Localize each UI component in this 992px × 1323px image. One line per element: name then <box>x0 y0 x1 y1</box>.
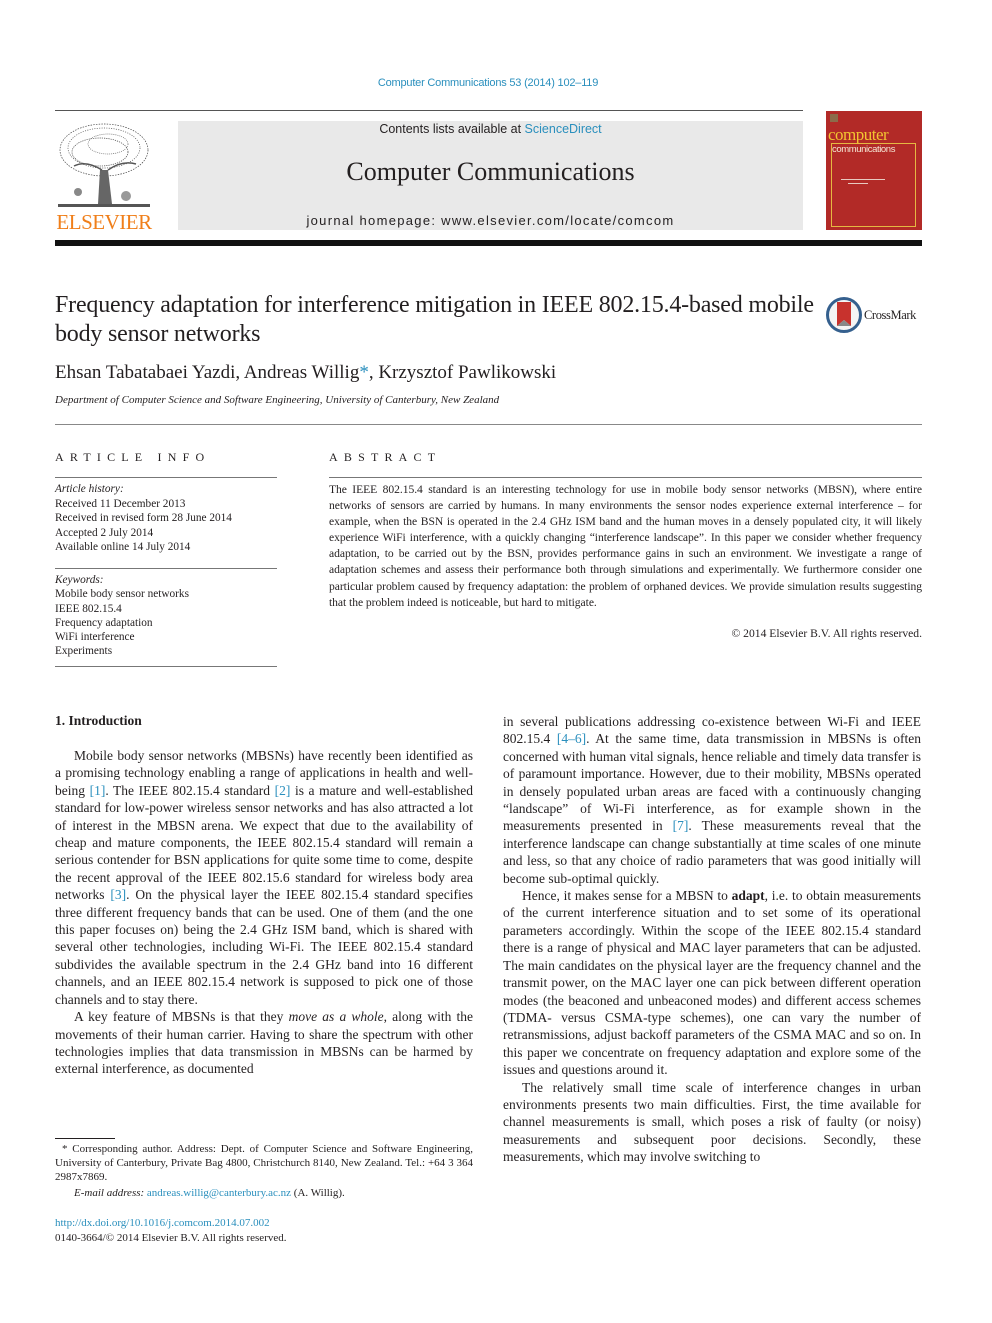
elsevier-logo[interactable]: ELSEVIER <box>54 120 154 235</box>
crossmark-icon <box>826 297 862 333</box>
keyword-item: Frequency adaptation <box>55 616 153 629</box>
text: , i.e. to obtain measurements of the cur… <box>503 888 921 1078</box>
author-name[interactable]: Andreas Willig <box>244 362 360 383</box>
cover-fine-print <box>841 179 885 181</box>
doi-link[interactable]: http://dx.doi.org/10.1016/j.comcom.2014.… <box>55 1216 287 1231</box>
issn-copyright: 0140-3664/© 2014 Elsevier B.V. All right… <box>55 1231 287 1244</box>
keywords: Keywords: Mobile body sensor networks IE… <box>55 573 277 659</box>
text: (A. Willig). <box>291 1187 345 1199</box>
emphasis: move as a whole <box>288 1009 384 1025</box>
abstract-copyright: © 2014 Elsevier B.V. All rights reserved… <box>731 627 922 640</box>
homepage-url[interactable]: www.elsevier.com/locate/comcom <box>441 213 674 228</box>
header-rule <box>55 110 803 111</box>
homepage-prefix: journal homepage: <box>306 213 442 228</box>
paragraph: Mobile body sensor networks (MBSNs) have… <box>55 747 473 1008</box>
citation-link[interactable]: [1] <box>90 783 106 798</box>
journal-homepage: journal homepage: www.elsevier.com/locat… <box>178 213 803 228</box>
journal-cover-image[interactable]: computer communications <box>826 111 922 230</box>
keyword-item: WiFi interference <box>55 631 135 644</box>
footnote: * Corresponding author. Address: Dept. o… <box>55 1142 473 1200</box>
paragraph: Hence, it makes sense for a MBSN to adap… <box>503 887 921 1078</box>
abstract-heading: ABSTRACT <box>329 450 442 464</box>
contents-prefix: Contents lists available at <box>379 122 525 136</box>
crossmark-button[interactable]: CrossMark <box>826 297 926 335</box>
text: . On the physical layer the IEEE 802.15.… <box>55 887 473 1007</box>
text: . The IEEE 802.15.4 standard <box>105 782 275 798</box>
history-item: Received in revised form 28 June 2014 <box>55 512 232 524</box>
text: is a mature and well-established standar… <box>55 782 474 903</box>
cover-elsevier-icon <box>830 114 838 122</box>
sciencedirect-link[interactable]: ScienceDirect <box>525 122 602 136</box>
history-label: Article history: <box>55 483 124 495</box>
keyword-item: IEEE 802.15.4 <box>55 602 122 615</box>
footnote-rule <box>55 1138 115 1139</box>
citation-link[interactable]: [7] <box>673 818 689 833</box>
cover-title-line1: computer <box>828 125 889 144</box>
divider <box>55 424 922 425</box>
text: Corresponding author. Address: Dept. of … <box>55 1143 473 1183</box>
contents-line: Contents lists available at ScienceDirec… <box>178 121 803 136</box>
email-link[interactable]: andreas.willig@canterbury.ac.nz <box>147 1187 291 1199</box>
abstract-text: The IEEE 802.15.4 standard is an interes… <box>329 483 922 609</box>
author-list: Ehsan Tabatabaei Yazdi, Andreas Willig*,… <box>55 362 557 383</box>
section-heading: 1. Introduction <box>55 713 142 728</box>
journal-title: Computer Communications <box>346 157 635 186</box>
divider <box>329 477 922 478</box>
journal-masthead: Contents lists available at ScienceDirec… <box>178 121 803 230</box>
corresponding-author-note: * Corresponding author. Address: Dept. o… <box>55 1142 473 1184</box>
bold-term: adapt <box>731 888 765 904</box>
text: The relatively small time scale of inter… <box>503 1079 921 1165</box>
cover-frame <box>831 143 916 227</box>
divider <box>55 568 277 569</box>
doi-block: http://dx.doi.org/10.1016/j.comcom.2014.… <box>55 1216 287 1245</box>
body-column-left: Mobile body sensor networks (MBSNs) have… <box>55 747 473 1078</box>
history-item: Accepted 2 July 2014 <box>55 526 154 539</box>
elsevier-tree-icon <box>56 120 152 210</box>
author-name[interactable]: Ehsan Tabatabaei Yazdi <box>55 362 235 383</box>
paragraph: A key feature of MBSNs is that they move… <box>55 1008 473 1078</box>
keyword-item: Experiments <box>55 645 113 658</box>
citation-link[interactable]: [2] <box>275 783 291 798</box>
elsevier-wordmark: ELSEVIER <box>56 210 152 234</box>
citation-link[interactable]: [4–6] <box>557 731 586 746</box>
article-title: Frequency adaptation for interference mi… <box>55 292 814 347</box>
cover-title-line2: communications <box>832 144 896 155</box>
citation-link[interactable]: [3] <box>110 887 126 902</box>
email-label: E-mail address: <box>74 1187 145 1199</box>
keyword-item: Mobile body sensor networks <box>55 588 189 601</box>
email-note: E-mail address: andreas.willig@canterbur… <box>55 1186 473 1200</box>
history-item: Received 11 December 2013 <box>55 497 186 510</box>
paragraph: The relatively small time scale of inter… <box>503 1079 921 1166</box>
paragraph: in several publications addressing co-ex… <box>503 713 921 887</box>
text: Hence, it makes sense for a MBSN to <box>522 888 732 904</box>
crossmark-label: CrossMark <box>864 308 916 322</box>
body-column-right: in several publications addressing co-ex… <box>503 713 921 1166</box>
text: A key feature of MBSNs is that they <box>74 1009 289 1025</box>
journal-citation-link[interactable]: Computer Communications 53 (2014) 102–11… <box>0 77 976 89</box>
article-info-heading: ARTICLE INFO <box>55 450 211 464</box>
divider <box>55 666 277 667</box>
masthead-divider <box>55 240 922 246</box>
cover-fine-print <box>848 183 868 185</box>
affiliation: Department of Computer Science and Softw… <box>55 394 500 406</box>
corresponding-author-mark[interactable]: * <box>359 362 369 383</box>
divider <box>55 477 277 478</box>
keywords-label: Keywords: <box>55 574 104 586</box>
article-history: Article history: Received 11 December 20… <box>55 482 277 555</box>
history-item: Available online 14 July 2014 <box>55 541 191 553</box>
author-name[interactable]: Krzysztof Pawlikowski <box>378 362 556 383</box>
